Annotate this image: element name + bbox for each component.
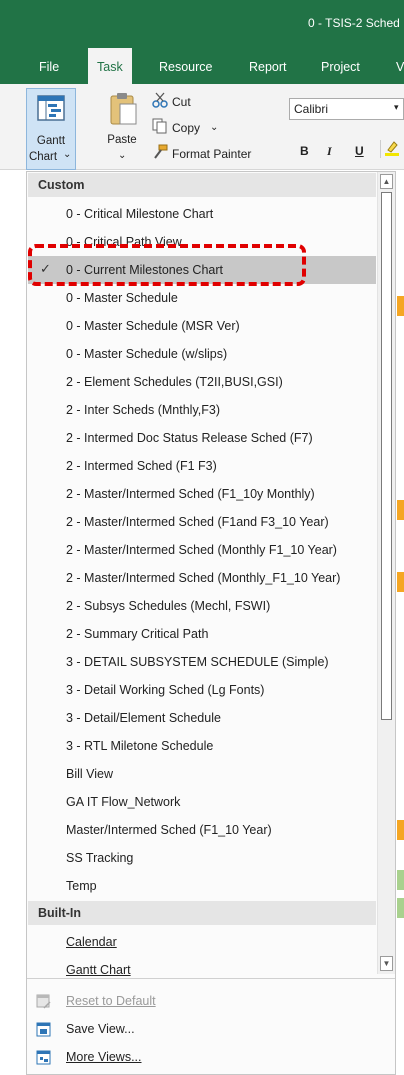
tab-resource[interactable]: Resource	[159, 60, 213, 74]
reset-to-default-label: Reset to Default	[66, 994, 156, 1008]
highlighter-icon	[385, 141, 399, 156]
view-item-gantt-chart[interactable]: Gantt Chart	[28, 956, 376, 984]
tab-report[interactable]: Report	[249, 60, 287, 74]
more-views-label: More Views...	[66, 1050, 142, 1064]
view-item[interactable]: 0 - Master Schedule (MSR Ver)	[28, 312, 376, 340]
view-item[interactable]: 0 - Critical Milestone Chart	[28, 200, 376, 228]
view-item[interactable]: 0 - Critical Path View	[28, 228, 376, 256]
underline-button[interactable]: U	[355, 144, 364, 158]
cut-label: Cut	[172, 94, 191, 109]
font-name-field[interactable]: Calibri ▾	[289, 98, 404, 120]
highlight-color-button[interactable]	[380, 140, 402, 158]
save-view-label: Save View...	[66, 1022, 135, 1036]
scissors-icon	[152, 92, 168, 111]
ribbon: Gantt Chart ⌄ Paste ⌄ Cut Copy ⌄ Format …	[0, 84, 404, 170]
view-item-calendar[interactable]: Calendar	[28, 928, 376, 956]
format-painter-icon	[152, 144, 168, 163]
format-painter-label: Format Painter	[172, 146, 252, 161]
view-item-selected[interactable]: ✓ 0 - Current Milestones Chart	[28, 256, 376, 284]
window-title: 0 - TSIS-2 Sched	[308, 16, 400, 30]
copy-icon	[152, 118, 168, 137]
tab-task[interactable]: Task	[88, 48, 132, 84]
view-item[interactable]: 3 - RTL Miletone Schedule	[28, 732, 376, 760]
more-views-icon	[36, 1050, 52, 1069]
view-item[interactable]: GA IT Flow_Network	[28, 788, 376, 816]
views-dropdown: Custom 0 - Critical Milestone Chart 0 - …	[26, 171, 396, 1075]
font-name-value: Calibri	[294, 102, 329, 116]
reset-view-icon	[36, 994, 52, 1013]
save-view-item[interactable]: Save View...	[28, 1016, 376, 1044]
bold-button[interactable]: B	[300, 144, 309, 158]
scroll-up-arrow[interactable]: ▲	[380, 174, 393, 189]
gantt-chart-icon	[37, 95, 65, 124]
view-item-label: Gantt Chart	[66, 963, 131, 977]
gantt-bar	[397, 820, 404, 840]
view-item[interactable]: SS Tracking	[28, 844, 376, 872]
gantt-chart-label: Gantt	[36, 135, 66, 147]
cut-button[interactable]: Cut	[152, 92, 191, 111]
dropdown-scrollbar[interactable]: ▲ ▼	[377, 172, 395, 974]
checkmark-icon: ✓	[40, 261, 51, 276]
view-item[interactable]: Temp	[28, 872, 376, 900]
gantt-bar	[397, 572, 404, 592]
gantt-bar	[397, 870, 404, 890]
view-item[interactable]: 2 - Master/Intermed Sched (Monthly_F1_10…	[28, 564, 376, 592]
view-item[interactable]: 2 - Element Schedules (T2II,BUSI,GSI)	[28, 368, 376, 396]
view-item-label: Calendar	[66, 935, 117, 949]
gantt-bar	[397, 500, 404, 520]
paste-caret: ⌄	[118, 150, 127, 161]
paste-label: Paste	[107, 134, 137, 146]
view-item[interactable]: 2 - Master/Intermed Sched (Monthly F1_10…	[28, 536, 376, 564]
scroll-thumb[interactable]	[381, 192, 392, 720]
section-header-custom: Custom	[28, 173, 376, 197]
view-item[interactable]: 3 - DETAIL SUBSYSTEM SCHEDULE (Simple)	[28, 648, 376, 676]
view-item[interactable]: 2 - Intermed Sched (F1 F3)	[28, 452, 376, 480]
reset-to-default-item[interactable]: Reset to Default	[28, 988, 376, 1016]
view-item[interactable]: 0 - Master Schedule	[28, 284, 376, 312]
view-item[interactable]: 2 - Summary Critical Path	[28, 620, 376, 648]
view-item[interactable]: 2 - Master/Intermed Sched (F1_10y Monthl…	[28, 480, 376, 508]
gantt-chart-caret: ⌄	[63, 149, 72, 160]
view-item[interactable]: Master/Intermed Sched (F1_10 Year)	[28, 816, 376, 844]
copy-caret: ⌄	[210, 122, 219, 133]
paste-button[interactable]: Paste ⌄	[98, 88, 148, 168]
tab-file[interactable]: File	[39, 60, 59, 74]
format-painter-button[interactable]: Format Painter	[152, 144, 251, 163]
menu-divider	[27, 978, 395, 979]
ribbon-tabs: File Task Resource Report Project V	[0, 48, 404, 84]
font-dropdown-caret: ▾	[394, 102, 399, 112]
copy-label: Copy	[172, 120, 201, 135]
view-item[interactable]: 2 - Intermed Doc Status Release Sched (F…	[28, 424, 376, 452]
copy-button[interactable]: Copy ⌄	[152, 118, 218, 137]
save-view-icon	[36, 1022, 52, 1041]
italic-button[interactable]: I	[327, 144, 332, 159]
tab-view[interactable]: V	[396, 60, 404, 74]
view-item[interactable]: 0 - Master Schedule (w/slips)	[28, 340, 376, 368]
view-item[interactable]: 2 - Master/Intermed Sched (F1and F3_10 Y…	[28, 508, 376, 536]
gantt-chart-label-line2: Chart	[28, 151, 58, 163]
view-item[interactable]: 2 - Subsys Schedules (Mechl, FSWI)	[28, 592, 376, 620]
view-item-label: 0 - Current Milestones Chart	[66, 263, 224, 277]
view-item[interactable]: 2 - Inter Scheds (Mnthly,F3)	[28, 396, 376, 424]
gantt-bar	[397, 898, 404, 918]
view-item[interactable]: 3 - Detail/Element Schedule	[28, 704, 376, 732]
gantt-chart-button[interactable]: Gantt Chart ⌄	[26, 88, 76, 170]
paste-icon	[108, 92, 138, 131]
scroll-down-arrow[interactable]: ▼	[380, 956, 393, 971]
view-item[interactable]: 3 - Detail Working Sched (Lg Fonts)	[28, 676, 376, 704]
gantt-bar	[397, 296, 404, 316]
tab-project[interactable]: Project	[321, 60, 360, 74]
view-item[interactable]: Bill View	[28, 760, 376, 788]
more-views-item[interactable]: More Views...	[28, 1044, 376, 1072]
title-bar: 0 - TSIS-2 Sched	[0, 0, 404, 48]
section-header-builtin: Built-In	[28, 901, 376, 925]
